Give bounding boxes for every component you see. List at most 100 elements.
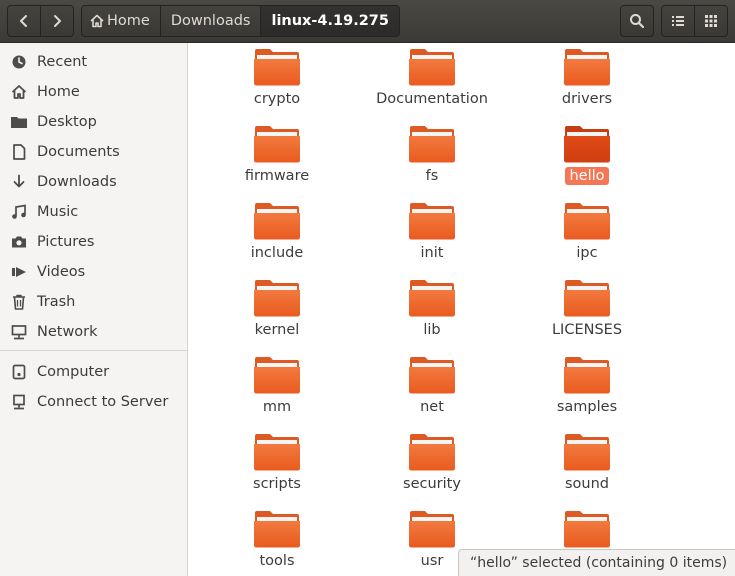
folder-item[interactable]: firmware xyxy=(202,124,352,194)
folder-icon xyxy=(254,49,300,86)
sidebar-item-label: Music xyxy=(37,204,79,220)
folder-item[interactable]: lib xyxy=(357,278,507,348)
breadcrumb-downloads[interactable]: Downloads xyxy=(159,5,262,37)
folder-icon xyxy=(409,357,455,394)
folder-item[interactable]: fs xyxy=(357,124,507,194)
list-icon xyxy=(672,16,684,26)
sidebar-item-label: Desktop xyxy=(37,114,97,130)
folder-label: include xyxy=(250,245,304,261)
folder-item[interactable]: kernel xyxy=(202,278,352,348)
sidebar-item-home[interactable]: Home xyxy=(0,77,187,107)
breadcrumb-current[interactable]: linux-4.19.275 xyxy=(260,5,400,37)
server-icon xyxy=(10,393,28,411)
folder-icon xyxy=(10,113,28,131)
sidebar-separator xyxy=(0,350,187,351)
folder-label: tools xyxy=(259,553,295,569)
back-button[interactable] xyxy=(7,5,41,37)
sidebar-item-label: Home xyxy=(37,84,80,100)
forward-button[interactable] xyxy=(40,5,74,37)
computer-icon xyxy=(10,363,28,381)
folder-label: security xyxy=(403,476,461,492)
folder-icon xyxy=(564,511,610,548)
grid-view-button[interactable] xyxy=(694,5,728,37)
folder-label: sound xyxy=(564,476,609,492)
folder-item[interactable]: Documentation xyxy=(357,47,507,117)
sidebar-item-downloads[interactable]: Downloads xyxy=(0,167,187,197)
sidebar-item-connect-to-server[interactable]: Connect to Server xyxy=(0,387,187,417)
list-view-button[interactable] xyxy=(661,5,695,37)
document-icon xyxy=(10,143,28,161)
sidebar-item-label: Connect to Server xyxy=(37,394,169,410)
view-buttons xyxy=(661,5,728,37)
folder-item[interactable]: ipc xyxy=(512,201,662,271)
folder-icon xyxy=(564,434,610,471)
grid-icon xyxy=(705,15,717,27)
home-icon xyxy=(10,83,28,101)
folder-label: ipc xyxy=(576,245,598,261)
sidebar: Recent Home Desktop Documents Downloads … xyxy=(0,43,188,576)
sidebar-item-label: Downloads xyxy=(37,174,117,190)
music-icon xyxy=(10,203,28,221)
chevron-right-icon xyxy=(54,15,61,27)
sidebar-item-label: Pictures xyxy=(37,234,95,250)
folder-label: samples xyxy=(556,399,618,415)
folder-icon xyxy=(564,126,610,163)
folder-item[interactable]: drivers xyxy=(512,47,662,117)
folder-icon xyxy=(254,511,300,548)
folder-item[interactable]: LICENSES xyxy=(512,278,662,348)
folder-item[interactable]: crypto xyxy=(202,47,352,117)
network-icon xyxy=(10,323,28,341)
folder-item[interactable]: mm xyxy=(202,355,352,425)
status-overlay: “hello” selected (containing 0 items) xyxy=(458,549,735,576)
folder-item[interactable]: net xyxy=(357,355,507,425)
sidebar-item-videos[interactable]: Videos xyxy=(0,257,187,287)
folder-icon xyxy=(564,203,610,240)
chevron-left-icon xyxy=(20,15,27,27)
header-bar: Home Downloads linux-4.19.275 xyxy=(0,0,735,43)
folder-item[interactable]: security xyxy=(357,432,507,502)
folder-icon xyxy=(409,434,455,471)
folder-icon xyxy=(409,280,455,317)
folder-icon xyxy=(564,357,610,394)
folder-item[interactable]: init xyxy=(357,201,507,271)
folder-item[interactable]: include xyxy=(202,201,352,271)
breadcrumb: Home Downloads linux-4.19.275 xyxy=(81,5,400,37)
folder-item[interactable]: scripts xyxy=(202,432,352,502)
folder-label: Documentation xyxy=(376,91,488,107)
folder-label: usr xyxy=(420,553,444,569)
folder-icon xyxy=(564,280,610,317)
sidebar-item-label: Network xyxy=(37,324,98,340)
sidebar-item-network[interactable]: Network xyxy=(0,317,187,347)
breadcrumb-label: linux-4.19.275 xyxy=(271,13,389,29)
folder-icon xyxy=(409,203,455,240)
folder-icon xyxy=(254,280,300,317)
search-icon xyxy=(630,14,645,29)
breadcrumb-label: Home xyxy=(107,13,150,29)
folder-item[interactable]: sound xyxy=(512,432,662,502)
folder-item[interactable]: samples xyxy=(512,355,662,425)
folder-icon xyxy=(409,511,455,548)
folder-icon xyxy=(254,357,300,394)
camera-icon xyxy=(10,233,28,251)
sidebar-item-desktop[interactable]: Desktop xyxy=(0,107,187,137)
sidebar-item-label: Computer xyxy=(37,364,110,380)
folder-label: firmware xyxy=(244,168,310,184)
sidebar-item-documents[interactable]: Documents xyxy=(0,137,187,167)
breadcrumb-home[interactable]: Home xyxy=(81,5,161,37)
folder-label: LICENSES xyxy=(551,322,623,338)
folder-item[interactable]: hello xyxy=(512,124,662,194)
sidebar-item-recent[interactable]: Recent xyxy=(0,47,187,77)
folder-label: drivers xyxy=(561,91,613,107)
search-button[interactable] xyxy=(620,5,654,37)
sidebar-item-trash[interactable]: Trash xyxy=(0,287,187,317)
folder-item[interactable]: tools xyxy=(202,509,352,576)
sidebar-item-label: Videos xyxy=(37,264,86,280)
sidebar-item-music[interactable]: Music xyxy=(0,197,187,227)
folder-label: hello xyxy=(565,167,609,185)
folder-label: kernel xyxy=(254,322,300,338)
folder-icon xyxy=(409,126,455,163)
sidebar-item-computer[interactable]: Computer xyxy=(0,357,187,387)
sidebar-item-pictures[interactable]: Pictures xyxy=(0,227,187,257)
file-view: crypto Documentation drivers firmware fs hell… xyxy=(189,43,735,576)
sidebar-item-label: Recent xyxy=(37,54,88,70)
